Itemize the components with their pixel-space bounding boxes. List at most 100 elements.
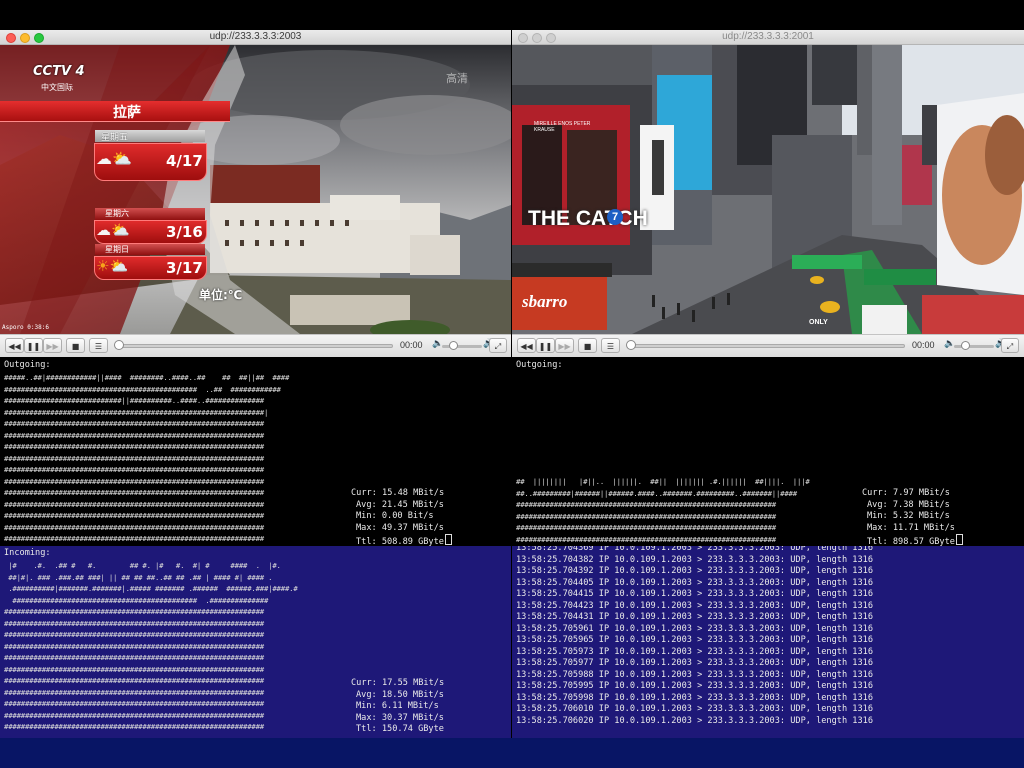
outgoing-stats: Curr: 15.48 MBit/s Avg: 21.45 MBit/s Min…: [351, 488, 452, 547]
right-bottom-strip: [512, 738, 1024, 768]
incoming-stats: Curr: 17.55 MBit/s Avg: 18.50 MBit/s Min…: [351, 678, 444, 736]
graph-row: ############################||##########…: [4, 396, 264, 405]
seek-handle[interactable]: [626, 340, 636, 350]
cloud-sun-rain-icon: ☁⛅: [96, 149, 132, 168]
stat-avg: Avg: 7.38 MBit/s: [867, 499, 950, 510]
stat-curr: Curr: 15.48 MBit/s: [351, 488, 445, 498]
dump-line: 13:58:25.704431 IP 10.0.109.1.2003 > 233…: [516, 612, 873, 622]
stat-max: Max: 30.37 MBit/s: [356, 712, 444, 723]
outgoing-graph: #####..##|############||#### ########..#…: [4, 372, 346, 548]
stop-icon[interactable]: ■: [66, 338, 85, 353]
outgoing-stats: Curr: 7.97 MBit/s Avg: 7.38 MBit/s Min: …: [862, 488, 963, 547]
graph-row: #####..##|############||#### ########..#…: [4, 373, 290, 382]
volume-handle[interactable]: [961, 341, 970, 350]
seek-bar[interactable]: [115, 344, 393, 348]
fullscreen-icon[interactable]: ⤢: [489, 338, 507, 353]
outgoing-label: Outgoing:: [4, 360, 51, 370]
volume-slider[interactable]: [442, 345, 482, 348]
graph-row: ########################################…: [4, 630, 264, 639]
window-title: udp://233.3.3.3:2003: [209, 31, 302, 42]
graph-row: ########################################…: [4, 722, 264, 731]
fast-forward-icon[interactable]: ▶▶: [43, 338, 62, 353]
graph-row: ########################################…: [4, 430, 264, 440]
stat-ttl: Ttl: 508.89 GByte: [351, 534, 452, 547]
right-video-frame[interactable]: MIREILLE ENOS PETER KRAUSE THE CATCH 7 s…: [512, 45, 1024, 334]
sun-cloud-icon: ☀⛅: [96, 257, 129, 275]
time-display: 00:00: [400, 340, 423, 350]
stat-curr: Curr: 17.55 MBit/s: [351, 678, 445, 688]
graph-row: ########################################…: [4, 534, 264, 543]
right-dump-panel[interactable]: 13:58:25.704369 IP 10.0.109.1.2003 > 233…: [512, 546, 1024, 738]
stat-avg: Avg: 18.50 MBit/s: [356, 689, 444, 700]
pause-icon[interactable]: ❚❚: [24, 338, 43, 353]
graph-row: ########################################…: [4, 607, 264, 616]
stat-max: Max: 11.71 MBit/s: [867, 522, 955, 533]
forecast-day-label: 星期六: [105, 209, 129, 218]
left-controls-bar: ◀◀ ❚❚ ▶▶ ■ ☰ 00:00 🔈 🔊 ⤢: [0, 334, 511, 357]
graph-row: ########################################…: [4, 476, 264, 486]
graph-row: ########################################…: [516, 500, 776, 509]
stat-min: Min: 6.11 MBit/s: [356, 701, 439, 711]
terminal-cursor: [955, 534, 963, 545]
graph-row: ########################################…: [4, 710, 264, 720]
pause-icon[interactable]: ❚❚: [536, 338, 555, 353]
graph-row: ########################################…: [4, 384, 281, 394]
dump-line: 13:58:25.705988 IP 10.0.109.1.2003 > 233…: [516, 669, 873, 680]
outgoing-graph: ## |||||||| |#||.. ||||||. ##|| ||||||| …: [516, 476, 858, 546]
left-video-frame[interactable]: CCTV 4 中文国际 高清 拉萨 星期五 ☁⛅ 4/17 星期六 ☁⛅ 3/1…: [0, 45, 511, 334]
graph-row: ########################################…: [4, 488, 264, 497]
stat-avg: Avg: 21.45 MBit/s: [356, 499, 444, 510]
rewind-icon[interactable]: ◀◀: [517, 338, 536, 353]
left-player-window[interactable]: udp://233.3.3.3:2003 CCTV 4 中文国际 高清 拉萨 星…: [0, 30, 511, 357]
dump-line: 13:58:25.704382 IP 10.0.109.1.2003 > 233…: [516, 554, 873, 565]
tcpdump-output: 13:58:25.704369 IP 10.0.109.1.2003 > 233…: [516, 546, 873, 727]
right-terminal[interactable]: Outgoing: ## |||||||| |#||.. ||||||. ##|…: [512, 358, 1024, 547]
graph-row: ########################################…: [4, 618, 264, 628]
graph-row: ########################################…: [516, 523, 776, 532]
left-incoming-panel[interactable]: Incoming: |# .#. .## # #. ## #. |# #. #|…: [0, 546, 511, 738]
graph-row: ########################################…: [516, 534, 776, 544]
graph-row: ########################################…: [4, 664, 264, 674]
left-video-scene: [0, 45, 511, 334]
graph-row: ########################################…: [4, 407, 269, 417]
seek-handle[interactable]: [114, 340, 124, 350]
poster-credit: MIREILLE ENOS PETER KRAUSE: [534, 121, 591, 133]
graph-row: ########################################…: [4, 595, 269, 605]
volume-handle[interactable]: [449, 341, 458, 350]
dump-line: 13:58:25.705965 IP 10.0.109.1.2003 > 233…: [516, 635, 873, 645]
dump-line: 13:58:25.704405 IP 10.0.109.1.2003 > 233…: [516, 577, 873, 588]
hd-watermark: 高清: [446, 72, 468, 85]
forecast-temp: 3/16: [166, 223, 203, 241]
shop-sign: sbarro: [522, 292, 568, 311]
stop-icon[interactable]: ■: [578, 338, 597, 353]
graph-row: ########################################…: [4, 676, 264, 685]
seek-bar[interactable]: [627, 344, 905, 348]
graph-row: ########################################…: [4, 687, 264, 697]
dump-line: 13:58:25.705973 IP 10.0.109.1.2003 > 233…: [516, 646, 873, 657]
fullscreen-icon[interactable]: ⤢: [1001, 338, 1019, 353]
stat-min: Min: 0.00 Bit/s: [356, 511, 434, 521]
right-player-titlebar[interactable]: udp://233.3.3.3:2001: [512, 30, 1024, 45]
cloud-sun-icon: ☁⛅: [96, 221, 130, 239]
rewind-icon[interactable]: ◀◀: [5, 338, 24, 353]
graph-row: |# .#. .## # #. ## #. |# #. #| # #### . …: [4, 561, 281, 570]
stat-curr: Curr: 7.97 MBit/s: [862, 488, 950, 498]
fast-forward-icon[interactable]: ▶▶: [555, 338, 574, 353]
right-video-scene: [512, 45, 1024, 334]
volume-slider[interactable]: [954, 345, 994, 348]
window-title: udp://233.3.3.3:2001: [722, 31, 814, 42]
forecast-day-label: 星期日: [105, 245, 129, 254]
left-bottom-strip: [0, 738, 512, 768]
playlist-icon[interactable]: ☰: [601, 338, 620, 353]
incoming-graph: |# .#. .## # #. ## #. |# #. #| # #### . …: [4, 560, 346, 736]
right-player-window[interactable]: udp://233.3.3.3:2001 MIREILLE ENOS PETER…: [512, 30, 1024, 357]
channel-subtitle: 中文国际: [41, 83, 73, 92]
billboard-channel-number: 7: [607, 209, 623, 225]
left-player-titlebar[interactable]: udp://233.3.3.3:2003: [0, 30, 511, 45]
graph-row: ########################################…: [4, 453, 264, 463]
dump-line: 13:58:25.705961 IP 10.0.109.1.2003 > 233…: [516, 623, 873, 634]
graph-row: ########################################…: [4, 442, 264, 451]
dump-line: 13:58:25.704369 IP 10.0.109.1.2003 > 233…: [516, 546, 873, 553]
dump-line: 13:58:25.705995 IP 10.0.109.1.2003 > 233…: [516, 681, 873, 691]
playlist-icon[interactable]: ☰: [89, 338, 108, 353]
